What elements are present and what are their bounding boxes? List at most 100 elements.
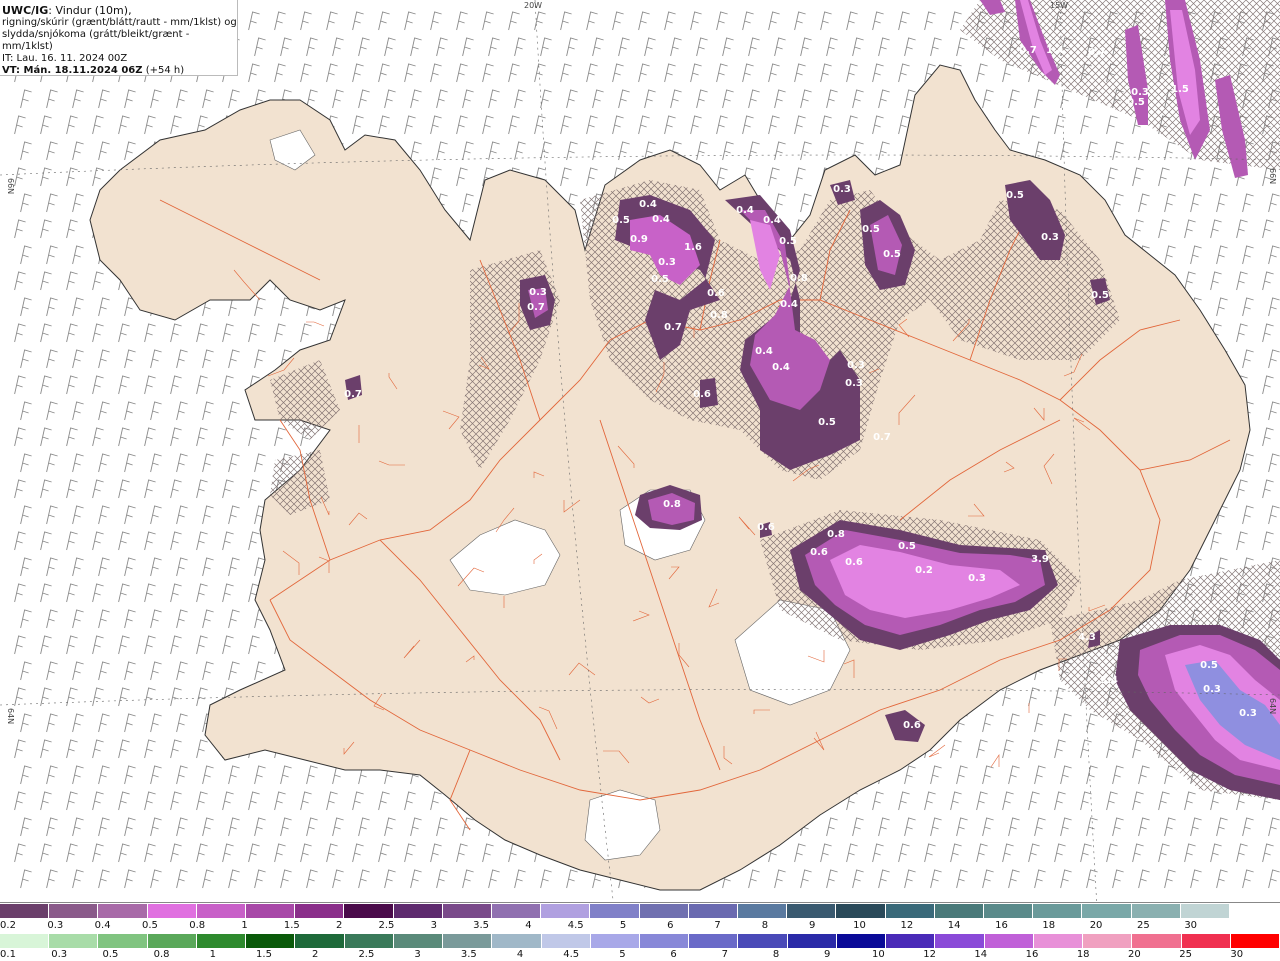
legend-swatch — [49, 904, 99, 918]
legend-label: 12 — [923, 949, 936, 960]
legend-swatch — [787, 934, 837, 948]
legend-label: 16 — [995, 920, 1008, 931]
legend-label: 7 — [714, 920, 721, 931]
legend-swatch — [590, 904, 640, 918]
legend-label: 8 — [761, 920, 769, 931]
legend-swatch — [98, 934, 148, 948]
legend-label: 4 — [525, 920, 532, 931]
precip-value-label: 4.3 — [1078, 632, 1096, 643]
legend-swatch — [1230, 934, 1280, 948]
legend-label: 6 — [670, 949, 677, 960]
legend-label: 18 — [1076, 949, 1090, 960]
precip-value-label: 0.7 — [873, 432, 891, 443]
legend-swatch — [934, 904, 984, 918]
legend-swatch — [98, 904, 148, 918]
precip-value-label: 0.4 — [736, 205, 754, 216]
legend-swatch — [1181, 934, 1231, 948]
legend-swatch — [393, 934, 444, 948]
legend-label: 14 — [947, 920, 961, 931]
legend-swatch — [984, 934, 1034, 948]
legend-label: 2 — [335, 920, 343, 931]
legend-swatch — [492, 904, 542, 918]
legend-swatch — [836, 904, 886, 918]
model-name: UWC/IG — [2, 4, 49, 17]
legend-swatch — [147, 934, 197, 948]
precip-value-label: 1.6 — [684, 242, 702, 253]
forecast-map: 20W 15W 66N 66N 64N 64N 0.7 1.4 0.7 1.5 0.5 0… — [0, 0, 1280, 961]
legend-label: 4.5 — [567, 920, 584, 931]
grid-label-64n-right: 64N — [1268, 698, 1277, 714]
legend-swatch — [689, 934, 739, 948]
precip-value-label: 0.3 — [658, 257, 676, 268]
legend-label: 8 — [772, 949, 780, 960]
precip-value-label: 0.8 — [710, 310, 728, 321]
grid-label-66n-left: 66N — [6, 178, 15, 194]
legend-label: 2.5 — [358, 949, 375, 960]
precip-value-label: 0.6 — [845, 557, 863, 568]
legend-label: 0.3 — [47, 920, 64, 931]
legend-swatch — [738, 904, 788, 918]
legend-label: 20 — [1089, 920, 1103, 931]
legend-swatch — [442, 904, 492, 918]
legend-swatch — [1033, 934, 1084, 948]
valid-time-line: VT: Mán. 18.11.2024 06Z (+54 h) — [2, 65, 237, 77]
legend-label: 0.4 — [94, 920, 111, 931]
legend-swatch — [639, 904, 689, 918]
legend-label: 0.3 — [51, 949, 68, 960]
legend-row-rain — [0, 934, 1280, 948]
legend-swatch — [344, 904, 394, 918]
legend-label: 0.8 — [153, 949, 170, 960]
legend-swatch — [147, 904, 197, 918]
legend-label: 10 — [872, 949, 885, 960]
legend-label: 3 — [414, 949, 421, 960]
legend-row-snow — [0, 904, 1280, 918]
legend-swatch — [1082, 904, 1132, 918]
precip-value-label: 0.4 — [763, 215, 781, 226]
grid-label-66n-right: 66N — [1268, 168, 1277, 184]
legend-swatch — [295, 934, 345, 948]
precip-value-label: 0.8 — [663, 499, 681, 510]
legend-label: 1 — [241, 920, 248, 931]
legend-label: 3.5 — [460, 949, 477, 960]
legend-swatch — [935, 934, 985, 948]
precip-value-label: 0.6 — [810, 547, 828, 558]
grid-label-64n-left: 64N — [6, 708, 15, 724]
legend-label: 1.5 — [256, 949, 272, 960]
legend-swatch — [1083, 934, 1133, 948]
legend-swatch — [541, 904, 591, 918]
legend-label: 6 — [667, 920, 674, 931]
legend-label: 25 — [1137, 920, 1150, 931]
precip-value-label: 0.3 — [833, 184, 851, 195]
precip-value-label: 0.5 — [862, 224, 880, 235]
legend-label: 3.5 — [473, 920, 490, 931]
legend-label: 25 — [1179, 949, 1192, 960]
precip-value-label: 0.7 — [527, 302, 545, 313]
color-legend: 0.2 0.3 0.4 0.5 0.8 1 1.5 2 2.5 3 3.5 4 4.5 5 6 7 8 9 10 12… — [0, 902, 1280, 961]
grid-label-20w: 20W — [524, 1, 542, 10]
precip-value-label: 0.5 — [898, 541, 916, 552]
precip-value-label: 0.9 — [630, 234, 648, 245]
precip-value-label: 0.7 — [664, 322, 682, 333]
precip-value-label: 0.4 — [780, 299, 798, 310]
precip-value-label: 0.5 — [818, 417, 836, 428]
precip-value-label: 0.3 — [1131, 87, 1149, 98]
lead-time: (+54 h) — [145, 65, 185, 76]
legend-label: 1 — [209, 949, 216, 960]
map-canvas: 20W 15W 66N 66N 64N 64N 0.7 1.4 0.71.50.50… — [0, 0, 1280, 960]
legend-swatch — [492, 934, 542, 948]
legend-swatch — [1131, 904, 1181, 918]
legend-label: 16 — [1025, 949, 1039, 960]
precip-value-label: 0.6 — [693, 389, 711, 400]
valid-time: VT: Mán. 18.11.2024 06Z — [2, 65, 143, 76]
legend-label: 30 — [1184, 920, 1198, 931]
precip-value-label: 0.5 — [883, 249, 901, 260]
precip-value-label: 0.4 — [772, 362, 790, 373]
legend-swatch — [688, 904, 738, 918]
legend-swatch — [738, 934, 788, 948]
legend-swatch — [885, 904, 935, 918]
precip-value-label: 0.5 — [779, 236, 797, 247]
legend-swatch — [0, 934, 50, 948]
precip-value-label: 0.5 — [1006, 190, 1024, 201]
legend-swatch — [1180, 904, 1230, 918]
precip-value-label: 0.3 — [968, 573, 986, 584]
